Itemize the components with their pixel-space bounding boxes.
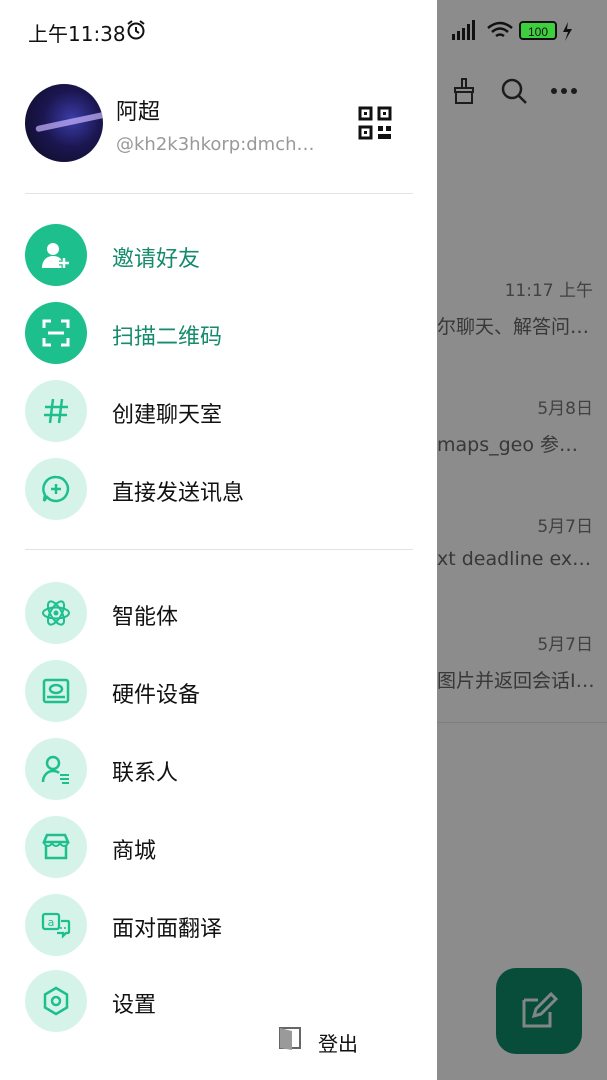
- store-icon: [42, 833, 70, 860]
- contacts-icon: [41, 755, 69, 784]
- menu-item-translate[interactable]: a 面对面翻译: [25, 894, 415, 956]
- user-id: @kh2k3hkorp:dmch…: [116, 134, 315, 155]
- settings-icon: [43, 986, 69, 1016]
- menu-label: 扫描二维码: [112, 325, 223, 350]
- icon-circle: [25, 458, 87, 520]
- icon-circle: [25, 660, 87, 722]
- menu-label: 商城: [112, 839, 157, 864]
- menu-label: 硬件设备: [112, 683, 201, 708]
- menu-item-settings[interactable]: 设置: [25, 970, 415, 1032]
- device-icon: [42, 678, 70, 704]
- atom-icon: [42, 600, 70, 626]
- menu-label: 联系人: [112, 761, 179, 786]
- menu-label: 面对面翻译: [112, 917, 223, 942]
- menu-item-scan-qr[interactable]: 扫描二维码: [25, 302, 415, 364]
- hashtag-icon: [44, 398, 68, 424]
- menu-item-create-room[interactable]: 创建聊天室: [25, 380, 415, 442]
- icon-circle: a: [25, 894, 87, 956]
- menu-item-invite-friends[interactable]: 邀请好友: [25, 224, 415, 286]
- icon-circle: [25, 582, 87, 644]
- svg-text:100: 100: [528, 25, 548, 39]
- qr-code-icon[interactable]: [358, 106, 392, 140]
- add-user-icon: [42, 243, 69, 268]
- svg-text:a: a: [48, 916, 55, 929]
- user-name: 阿超: [116, 100, 161, 125]
- navigation-drawer: 上午11:38 阿超 @kh2k3hkorp:dmch… 邀请好友 扫描二维码 …: [0, 0, 437, 1080]
- avatar[interactable]: [25, 84, 103, 162]
- menu-item-store[interactable]: 商城: [25, 816, 415, 878]
- translate-icon: a: [41, 912, 71, 939]
- menu-label: 智能体: [112, 605, 179, 630]
- icon-circle: [25, 380, 87, 442]
- menu-item-direct-message[interactable]: 直接发送讯息: [25, 458, 415, 520]
- icon-circle: [25, 738, 87, 800]
- menu-label: 直接发送讯息: [112, 481, 245, 506]
- chat-plus-icon: [42, 475, 70, 503]
- scan-icon: [42, 319, 70, 347]
- menu-item-agents[interactable]: 智能体: [25, 582, 415, 644]
- icon-circle: [25, 224, 87, 286]
- divider: [25, 549, 413, 550]
- menu-label: 创建聊天室: [112, 403, 223, 428]
- menu-label: 邀请好友: [112, 247, 201, 272]
- alarm-icon: [127, 20, 145, 40]
- icon-circle: [25, 816, 87, 878]
- icon-circle: [25, 302, 87, 364]
- logout-door-icon: [279, 1027, 301, 1050]
- status-time: 上午11:38: [28, 22, 126, 46]
- logout-label: 登出: [318, 1032, 358, 1056]
- menu-item-hardware[interactable]: 硬件设备: [25, 660, 415, 722]
- logout-button[interactable]: 登出: [278, 1026, 358, 1056]
- icon-circle: [25, 970, 87, 1032]
- divider: [25, 193, 413, 194]
- menu-item-contacts[interactable]: 联系人: [25, 738, 415, 800]
- status-icons: 100: [452, 20, 572, 41]
- menu-label: 设置: [112, 993, 157, 1018]
